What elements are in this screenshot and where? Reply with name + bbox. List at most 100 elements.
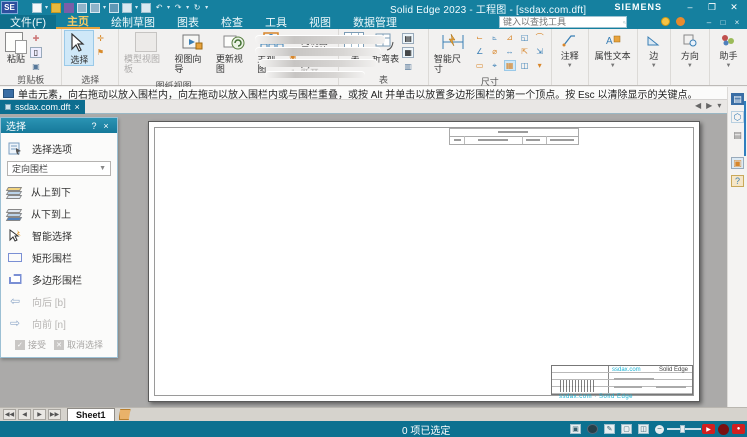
doc-close-button[interactable]: × bbox=[731, 18, 743, 27]
save-as-icon[interactable] bbox=[90, 3, 100, 13]
table-button[interactable]: 表 bbox=[341, 30, 369, 64]
panel-item-bottom-up[interactable]: 从下到上 bbox=[1, 202, 117, 224]
dimension-tool-icon[interactable]: ⌒ bbox=[534, 32, 546, 43]
shaded-view-icon[interactable] bbox=[587, 424, 598, 434]
drawing-workspace[interactable]: ssdax.com Solid Edge ssdax.com · Solid E… bbox=[0, 114, 727, 407]
feedback-community-icon[interactable] bbox=[676, 17, 685, 26]
update-views-button[interactable]: 更新视图 bbox=[213, 30, 254, 74]
search-input[interactable] bbox=[500, 17, 623, 27]
record-camera-icon[interactable]: ● bbox=[732, 424, 745, 434]
select-add-icon[interactable]: ✛ bbox=[94, 33, 106, 44]
close-button[interactable]: ✕ bbox=[723, 0, 745, 14]
revision-table[interactable] bbox=[449, 128, 579, 145]
record-stop-icon[interactable] bbox=[718, 424, 729, 435]
panel-help-icon[interactable]: ? bbox=[88, 121, 100, 131]
assistant-dropdown-icon[interactable]: ▼ bbox=[725, 63, 731, 69]
tab-next-icon[interactable]: ▶ bbox=[706, 101, 712, 110]
record-play-icon[interactable]: ▶ bbox=[702, 424, 715, 434]
family-table-icon[interactable]: ▥ bbox=[402, 61, 414, 72]
save-dropdown-icon[interactable]: ▾ bbox=[103, 4, 106, 11]
tab-diagram[interactable]: 图表 bbox=[166, 15, 210, 29]
zoom-slider[interactable] bbox=[667, 428, 701, 430]
drawing-sheet[interactable]: ssdax.com Solid Edge ssdax.com · Solid E… bbox=[148, 121, 700, 402]
sketch-view-icon[interactable]: ✎ bbox=[604, 424, 615, 434]
model-view-board-button[interactable]: 模型视图板 bbox=[121, 30, 171, 74]
detail-view-button[interactable]: ◉ 局部放大 bbox=[287, 50, 336, 63]
tab-inspect[interactable]: 检查 bbox=[210, 15, 254, 29]
panel-item-select-options[interactable]: 选择选项 bbox=[1, 137, 117, 159]
fit-view-icon[interactable]: ▢ bbox=[621, 424, 632, 434]
doc-minimize-button[interactable]: – bbox=[703, 18, 715, 27]
panel-item-smart-select[interactable]: 智能选择 bbox=[1, 224, 117, 246]
right-scroll-indicator[interactable] bbox=[744, 101, 746, 156]
copy-small-icon[interactable]: ▯ bbox=[30, 47, 42, 58]
edge-button[interactable]: 边 ▼ bbox=[640, 30, 668, 69]
assistant-button[interactable]: 助手 ▼ bbox=[712, 30, 745, 69]
parts-list-icon[interactable]: ▤ bbox=[402, 33, 414, 44]
tab-sketch[interactable]: 绘制草图 bbox=[100, 15, 166, 29]
broken-view-button[interactable]: ⊣⊢ 断开 bbox=[287, 66, 336, 79]
dimension-tool-icon[interactable]: ▭ bbox=[474, 60, 486, 71]
sheet-views-icon[interactable]: ▣ bbox=[731, 157, 744, 169]
zoom-out-icon[interactable]: − bbox=[655, 425, 664, 434]
view-styles-icon[interactable]: ▣ bbox=[570, 424, 581, 434]
file-menu-button[interactable]: 文件(F) bbox=[0, 15, 56, 29]
panel-item-rect-fence[interactable]: 矩形围栏 bbox=[1, 246, 117, 268]
select-tool-button[interactable]: 选择 bbox=[64, 30, 94, 66]
open-icon[interactable] bbox=[51, 3, 61, 13]
paste-button[interactable]: 粘贴 bbox=[2, 30, 30, 64]
cut-icon[interactable]: ✚ bbox=[30, 33, 42, 44]
tab-data-management[interactable]: 数据管理 bbox=[342, 15, 408, 29]
app-logo[interactable]: SE bbox=[1, 1, 18, 14]
dimension-tool-icon[interactable]: ⊿ bbox=[504, 32, 516, 43]
dimension-tool-icon[interactable]: ⦜ bbox=[489, 32, 501, 43]
zoom-area-icon[interactable]: ◫ bbox=[638, 424, 649, 434]
title-block[interactable]: ssdax.com Solid Edge bbox=[551, 365, 693, 395]
new-document-icon[interactable] bbox=[32, 3, 42, 13]
orientation-dropdown-icon[interactable]: ▼ bbox=[687, 63, 693, 69]
new-dropdown-icon[interactable]: ▾ bbox=[45, 4, 48, 11]
help-folder-icon[interactable]: ? bbox=[731, 175, 744, 187]
tab-list-icon[interactable]: ▾ bbox=[717, 101, 721, 110]
dimension-tool-icon[interactable]: ⌙ bbox=[474, 32, 486, 43]
dimension-tool-icon[interactable]: ⌀ bbox=[489, 46, 501, 57]
qat-customize-icon[interactable]: ▾ bbox=[205, 4, 208, 11]
prev-sheet-icon[interactable]: ◀ bbox=[18, 409, 31, 420]
tab-view[interactable]: 视图 bbox=[298, 15, 342, 29]
annotation-dropdown-icon[interactable]: ▼ bbox=[567, 63, 573, 69]
minimize-button[interactable]: – bbox=[679, 0, 701, 14]
dimension-tool-icon[interactable]: ↔ bbox=[504, 46, 516, 57]
last-sheet-icon[interactable]: ▶▶ bbox=[48, 409, 61, 420]
dimension-tool-icon[interactable]: ▾ bbox=[534, 60, 546, 71]
panel-item-top-down[interactable]: 从上到下 bbox=[1, 180, 117, 202]
first-sheet-icon[interactable]: ◀◀ bbox=[3, 409, 16, 420]
edge-dropdown-icon[interactable]: ▼ bbox=[651, 63, 657, 69]
dimension-tool-icon[interactable]: ◫ bbox=[519, 60, 531, 71]
view-wizard-button[interactable]: 视图向导 bbox=[171, 30, 212, 74]
deselect-button[interactable]: ✕ 取消选择 bbox=[54, 338, 103, 351]
accept-button[interactable]: ✓ 接受 bbox=[15, 338, 46, 351]
doc-restore-button[interactable]: □ bbox=[717, 18, 729, 27]
copy-dropdown-icon[interactable]: ▾ bbox=[135, 4, 138, 11]
close-document-icon[interactable] bbox=[64, 3, 74, 13]
tab-home[interactable]: 主页 bbox=[56, 15, 100, 29]
dimension-tool-icon[interactable]: ⇱ bbox=[519, 46, 531, 57]
dimension-tool-icon[interactable]: ▦ bbox=[504, 60, 516, 71]
sheet-tab-active[interactable]: Sheet1 bbox=[67, 408, 115, 421]
redo-dropdown-icon[interactable]: ▾ bbox=[186, 4, 189, 11]
hole-table-icon[interactable]: ▦ bbox=[402, 47, 414, 58]
panel-item-poly-fence[interactable]: 多边形围栏 bbox=[1, 268, 117, 290]
copy-icon[interactable] bbox=[122, 3, 132, 13]
principal-view-button[interactable]: 主视图 bbox=[254, 30, 287, 74]
redo-icon[interactable]: ↷ bbox=[173, 3, 183, 13]
tab-tools[interactable]: 工具 bbox=[254, 15, 298, 29]
property-text-dropdown-icon[interactable]: ▼ bbox=[610, 63, 616, 69]
annotation-button[interactable]: 注释 ▼ bbox=[554, 30, 586, 69]
zoom-slider-handle[interactable] bbox=[680, 425, 685, 433]
document-tab[interactable]: ssdax.com.dft × bbox=[0, 100, 85, 114]
bend-table-button[interactable]: 折弯表 bbox=[369, 30, 402, 64]
smart-dimension-button[interactable]: 智能尺寸 bbox=[431, 30, 473, 74]
property-text-button[interactable]: A 属性文本 ▼ bbox=[591, 30, 635, 69]
select-panel-titlebar[interactable]: 选择 ? × bbox=[1, 118, 117, 133]
undo-dropdown-icon[interactable]: ▾ bbox=[167, 4, 170, 11]
